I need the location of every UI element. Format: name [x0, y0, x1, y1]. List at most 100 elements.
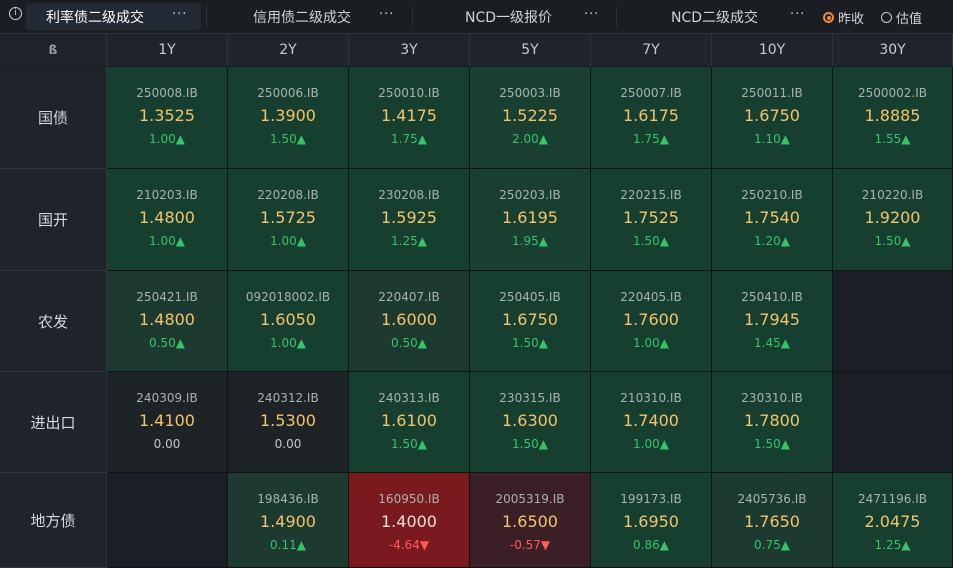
tab-ncd-secondary[interactable]: NCD二级成交 ··· — [630, 3, 815, 30]
quote-cell[interactable]: 220407.IB 1.6000 0.50▲ — [349, 271, 470, 372]
tenor-header[interactable]: 5Y — [470, 34, 591, 66]
bond-code: 2005319.IB — [495, 492, 565, 506]
bp-change: 1.95▲ — [512, 234, 548, 248]
tenor-header[interactable]: 3Y — [349, 34, 470, 66]
bond-code: 210310.IB — [620, 391, 682, 405]
quote-cell[interactable]: 250203.IB 1.6195 1.95▲ — [470, 169, 591, 271]
more-icon[interactable]: ··· — [790, 7, 805, 22]
bp-change: 0.50▲ — [391, 336, 427, 350]
bond-code: 220407.IB — [378, 290, 440, 304]
more-icon[interactable]: ··· — [379, 7, 394, 22]
quote-cell[interactable]: 220405.IB 1.7600 1.00▲ — [591, 271, 712, 372]
bond-code: 210203.IB — [136, 188, 198, 202]
bond-code: 220405.IB — [620, 290, 682, 304]
quote-cell[interactable]: 2471196.IB 2.0475 1.25▲ — [833, 473, 953, 568]
tab-credit-bond-secondary[interactable]: 信用债二级成交 ··· — [218, 3, 418, 30]
bp-change: 0.00 — [274, 437, 302, 451]
bp-change: 1.50▲ — [512, 437, 548, 451]
more-icon[interactable]: ··· — [584, 7, 599, 22]
quote-cell[interactable]: 198436.IB 1.4900 0.11▲ — [228, 473, 349, 568]
quote-cell[interactable]: 250003.IB 1.5225 2.00▲ — [470, 67, 591, 169]
bp-change: 1.50▲ — [633, 234, 669, 248]
yield-value: 1.7945 — [744, 310, 800, 329]
corner-cell: ß — [0, 34, 107, 66]
bond-code: 250421.IB — [136, 290, 198, 304]
more-icon[interactable]: ··· — [172, 7, 187, 22]
tenor-header[interactable]: 2Y — [228, 34, 349, 66]
yield-value: 1.6950 — [623, 512, 679, 531]
tab-bar: i 利率债二级成交 ··· 信用债二级成交 ··· NCD一级报价 ··· NC… — [0, 0, 953, 34]
quote-cell[interactable]: 240312.IB 1.5300 0.00 — [228, 372, 349, 473]
info-icon[interactable]: i — [9, 7, 22, 20]
quote-cell[interactable]: 092018002.IB 1.6050 1.00▲ — [228, 271, 349, 372]
quote-cell[interactable]: 2500002.IB 1.8885 1.55▲ — [833, 67, 953, 169]
bond-code: 250006.IB — [257, 86, 319, 100]
bond-code: 220208.IB — [257, 188, 319, 202]
yield-value: 1.4000 — [381, 512, 437, 531]
bp-change: 0.11▲ — [270, 538, 306, 552]
quote-cell[interactable]: 250405.IB 1.6750 1.50▲ — [470, 271, 591, 372]
bp-change: 1.50▲ — [391, 437, 427, 451]
bond-code: 230310.IB — [741, 391, 803, 405]
tab-label: 信用债二级成交 — [253, 9, 351, 26]
bond-code: 210220.IB — [861, 188, 924, 202]
quote-cell[interactable]: 240313.IB 1.6100 1.50▲ — [349, 372, 470, 473]
tab-divider — [616, 6, 617, 27]
bond-code: 198436.IB — [257, 492, 319, 506]
tab-ncd-primary-quote[interactable]: NCD一级报价 ··· — [425, 3, 615, 30]
yield-value: 1.5725 — [260, 208, 316, 227]
quote-cell[interactable]: 160950.IB 1.4000 -4.64▼ — [349, 473, 470, 568]
quote-cell[interactable]: 230208.IB 1.5925 1.25▲ — [349, 169, 470, 271]
quote-cell[interactable]: 250007.IB 1.6175 1.75▲ — [591, 67, 712, 169]
bp-change: 1.50▲ — [270, 132, 306, 146]
bond-code: 240312.IB — [257, 391, 319, 405]
bond-code: 250410.IB — [741, 290, 803, 304]
quote-cell[interactable]: 210220.IB 1.9200 1.50▲ — [833, 169, 953, 271]
yield-value: 1.5225 — [502, 106, 558, 125]
bond-code: 250010.IB — [378, 86, 440, 100]
quote-cell[interactable]: 240309.IB 1.4100 0.00 — [107, 372, 228, 473]
quote-cell[interactable]: 230315.IB 1.6300 1.50▲ — [470, 372, 591, 473]
radio-checked-icon[interactable] — [823, 12, 834, 23]
bp-change: 1.75▲ — [633, 132, 669, 146]
tenor-header[interactable]: 1Y — [107, 34, 228, 66]
bp-change: 1.00▲ — [270, 336, 306, 350]
bp-change: 1.00▲ — [149, 234, 185, 248]
quote-cell[interactable]: 250421.IB 1.4800 0.50▲ — [107, 271, 228, 372]
quote-cell[interactable]: 250010.IB 1.4175 1.75▲ — [349, 67, 470, 169]
tenor-header[interactable]: 10Y — [712, 34, 833, 66]
tab-label: NCD二级成交 — [671, 9, 759, 26]
yield-value: 1.6750 — [502, 310, 558, 329]
bp-change: -4.64▼ — [388, 538, 430, 552]
quote-cell[interactable]: 210310.IB 1.7400 1.00▲ — [591, 372, 712, 473]
quote-cell[interactable]: 220215.IB 1.7525 1.50▲ — [591, 169, 712, 271]
quote-cell[interactable]: 2405736.IB 1.7650 0.75▲ — [712, 473, 833, 568]
radio-valuation[interactable]: 估值 — [881, 8, 922, 27]
yield-value: 1.5925 — [381, 208, 437, 227]
tenor-header[interactable]: 30Y — [833, 34, 953, 66]
bp-change: 0.50▲ — [149, 336, 185, 350]
quote-cell[interactable]: 199173.IB 1.6950 0.86▲ — [591, 473, 712, 568]
bp-change: 1.25▲ — [874, 538, 911, 552]
quote-cell[interactable]: 230310.IB 1.7800 1.50▲ — [712, 372, 833, 473]
quote-cell[interactable]: 210203.IB 1.4800 1.00▲ — [107, 169, 228, 271]
bond-code: 250011.IB — [741, 86, 803, 100]
quote-cell[interactable]: 2005319.IB 1.6500 -0.57▼ — [470, 473, 591, 568]
quote-cell[interactable]: 250210.IB 1.7540 1.20▲ — [712, 169, 833, 271]
quote-cell[interactable]: 250008.IB 1.3525 1.00▲ — [107, 67, 228, 169]
bp-change: 1.50▲ — [754, 437, 790, 451]
tab-rate-bond-secondary[interactable]: 利率债二级成交 ··· — [26, 3, 201, 30]
yield-value: 1.4175 — [381, 106, 437, 125]
radio-prev-close[interactable]: 昨收 — [823, 8, 864, 27]
empty-cell — [833, 372, 953, 473]
quote-cell[interactable]: 250006.IB 1.3900 1.50▲ — [228, 67, 349, 169]
bp-change: -0.57▼ — [509, 538, 551, 552]
yield-value: 1.7650 — [744, 512, 800, 531]
quote-cell[interactable]: 220208.IB 1.5725 1.00▲ — [228, 169, 349, 271]
quote-cell[interactable]: 250011.IB 1.6750 1.10▲ — [712, 67, 833, 169]
tenor-header[interactable]: 7Y — [591, 34, 712, 66]
yield-value: 1.6500 — [502, 512, 558, 531]
radio-unchecked-icon[interactable] — [881, 12, 892, 23]
quote-cell[interactable]: 250410.IB 1.7945 1.45▲ — [712, 271, 833, 372]
yield-value: 1.6195 — [502, 208, 558, 227]
